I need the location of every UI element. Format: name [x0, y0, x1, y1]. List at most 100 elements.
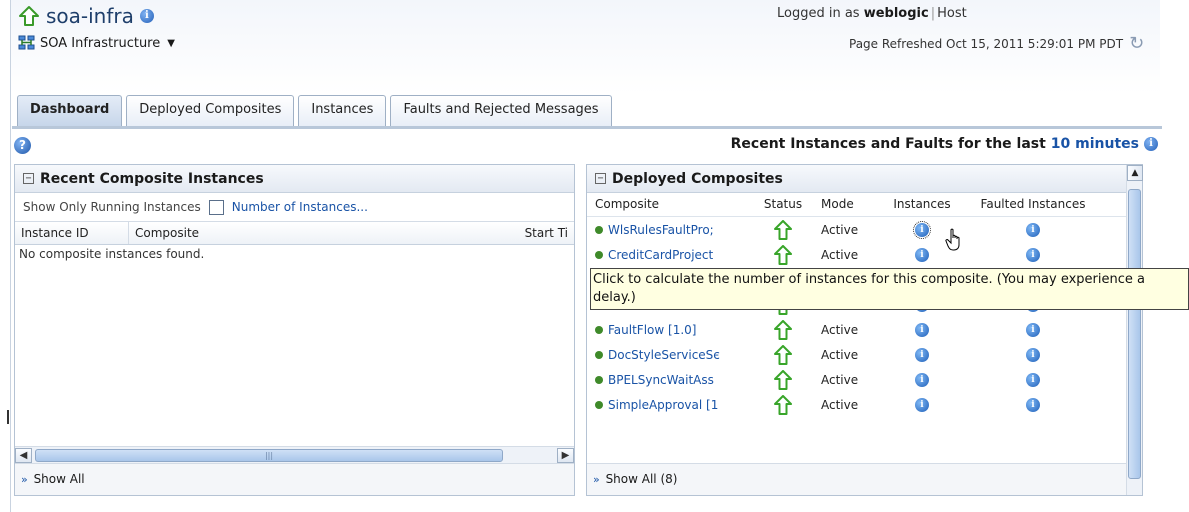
calculate-faulted-instances-icon[interactable]: i — [1026, 347, 1040, 362]
status-cell — [755, 369, 811, 390]
hand-cursor-icon — [945, 228, 960, 251]
table-body: WlsRulesFaultPro; Active i i CreditCardProje… — [587, 217, 1142, 417]
panel-title: Deployed Composites — [612, 170, 783, 187]
composite-link[interactable]: DocStyleServiceSє — [608, 348, 720, 362]
table-header: Instance ID Composite Start Ti — [15, 221, 574, 245]
status-dot-icon — [595, 251, 603, 259]
calculate-instances-icon[interactable]: i — [915, 372, 929, 387]
scroll-left-icon[interactable]: ◀ — [15, 447, 32, 463]
calculate-faulted-instances-icon[interactable]: i — [1026, 247, 1040, 262]
column-header[interactable]: Faulted Instances — [963, 197, 1103, 216]
status-cell — [755, 219, 811, 240]
mode-cell: Active — [821, 372, 859, 387]
column-header[interactable]: Instances — [881, 197, 963, 216]
status-cell — [755, 394, 811, 415]
scroll-thumb[interactable] — [1128, 189, 1141, 479]
info-icon[interactable]: i — [139, 9, 154, 23]
show-all-link[interactable]: Show All — [34, 472, 85, 486]
tab-instances[interactable]: Instances — [298, 95, 387, 126]
faulted-instances-cell: i — [963, 397, 1103, 412]
horizontal-scrollbar[interactable]: ◀ ||| ▶ — [15, 446, 574, 463]
calculate-faulted-instances-icon[interactable]: i — [1026, 372, 1040, 387]
refresh-icon[interactable]: ↻ — [1129, 35, 1149, 53]
recent-instances-bar: Recent Instances and Faults for the last… — [731, 136, 1158, 152]
info-icon[interactable]: i — [1144, 137, 1158, 151]
column-header[interactable]: Start Ti — [509, 222, 574, 244]
column-header[interactable]: Composite — [129, 222, 509, 244]
collapse-icon[interactable]: − — [23, 173, 34, 184]
double-chevron-icon: » — [21, 473, 28, 486]
tooltip-line: delay.) — [593, 290, 636, 305]
calculate-instances-icon[interactable]: i — [913, 220, 931, 239]
help-icon[interactable]: ? — [14, 137, 31, 154]
collapse-icon[interactable]: − — [595, 173, 606, 184]
panel-header: − Recent Composite Instances — [15, 165, 574, 193]
instances-cell: i — [881, 397, 963, 412]
table-row[interactable]: SimpleApproval [1 Active i i — [587, 392, 1142, 417]
status-dot-icon — [595, 401, 603, 409]
login-info: Logged in as weblogic | Host — [777, 6, 967, 21]
composite-link[interactable]: FaultFlow [1.0] — [608, 323, 696, 337]
table-row[interactable]: FaultFlow [1.0] Active i i — [587, 317, 1142, 342]
column-header[interactable]: Instance ID — [15, 222, 129, 244]
number-of-instances-link[interactable]: Number of Instances... — [232, 200, 368, 214]
deployed-composites-panel: − Deployed Composites Composite Status M… — [586, 164, 1143, 496]
vertical-scrollbar[interactable]: ▲ — [1126, 165, 1143, 495]
table-row[interactable]: DocStyleServiceSє Active i i — [587, 342, 1142, 367]
show-all-link-row: » Show All (8) — [587, 463, 1142, 495]
scroll-right-icon[interactable]: ▶ — [557, 447, 574, 463]
show-running-label: Show Only Running Instances — [23, 200, 201, 214]
status-up-icon — [774, 219, 792, 240]
status-up-icon — [774, 319, 792, 340]
soa-infrastructure-menu[interactable]: SOA Infrastructure ▼ — [18, 35, 175, 51]
status-dot-icon — [595, 376, 603, 384]
calculate-faulted-instances-icon[interactable]: i — [1026, 397, 1040, 412]
edge-mark — [7, 410, 9, 424]
composite-link[interactable]: SimpleApproval [1 — [608, 398, 718, 412]
tab-deployed-composites[interactable]: Deployed Composites — [126, 95, 295, 126]
calculate-faulted-instances-icon[interactable]: i — [1026, 222, 1040, 237]
page-refreshed: Page Refreshed Oct 15, 2011 5:29:01 PM P… — [849, 35, 1149, 53]
status-up-icon — [774, 369, 792, 390]
username[interactable]: weblogic — [864, 6, 929, 21]
mode-cell: Active — [821, 347, 859, 362]
composite-link[interactable]: CreditCardProject — [608, 248, 713, 262]
composite-cell: SimpleApproval [1 — [587, 398, 755, 412]
composite-cell: WlsRulesFaultPro; — [587, 223, 755, 237]
status-up-icon — [774, 244, 792, 265]
status-cell — [755, 344, 811, 365]
table-row[interactable]: CreditCardProject Active i i — [587, 242, 1142, 267]
mode-cell: Active — [821, 222, 859, 237]
show-all-link[interactable]: Show All (8) — [606, 472, 678, 486]
calculate-faulted-instances-icon[interactable]: i — [1026, 322, 1040, 337]
column-header[interactable]: Status — [755, 197, 811, 216]
tab-underline — [12, 126, 1162, 129]
composite-link[interactable]: BPELSyncWaitAss — [608, 373, 714, 387]
show-running-checkbox[interactable] — [208, 199, 224, 215]
instances-cell: i — [881, 322, 963, 337]
table-header: Composite Status Mode Instances Faulted … — [587, 193, 1142, 217]
tab-faults-and-rejected-messages[interactable]: Faults and Rejected Messages — [390, 95, 612, 126]
column-header[interactable]: Mode — [811, 197, 881, 216]
table-row[interactable]: BPELSyncWaitAss Active i i — [587, 367, 1142, 392]
tab-dashboard[interactable]: Dashboard — [17, 95, 123, 126]
composite-cell: DocStyleServiceSє — [587, 348, 755, 362]
column-header[interactable]: Composite — [587, 197, 755, 216]
mode-cell: Active — [821, 397, 859, 412]
panel-title: Recent Composite Instances — [40, 170, 264, 187]
calculate-instances-icon[interactable]: i — [915, 247, 929, 262]
chevron-down-icon: ▼ — [167, 37, 175, 49]
logged-in-prefix: Logged in as — [777, 6, 860, 21]
calculate-instances-icon[interactable]: i — [915, 397, 929, 412]
calculate-instances-icon[interactable]: i — [915, 347, 929, 362]
period-link[interactable]: 10 minutes — [1051, 136, 1139, 152]
home-arrow-icon[interactable] — [18, 5, 40, 27]
scroll-thumb[interactable]: ||| — [35, 448, 503, 462]
scroll-up-icon[interactable]: ▲ — [1127, 165, 1143, 181]
tooltip: Click to calculate the number of instanc… — [590, 268, 1189, 310]
recent-instances-text: Recent Instances and Faults for the last — [730, 136, 1046, 152]
composite-link[interactable]: WlsRulesFaultPro; — [608, 223, 714, 237]
status-up-icon — [774, 394, 792, 415]
calculate-instances-icon[interactable]: i — [915, 322, 929, 337]
table-row[interactable]: WlsRulesFaultPro; Active i i — [587, 217, 1142, 242]
